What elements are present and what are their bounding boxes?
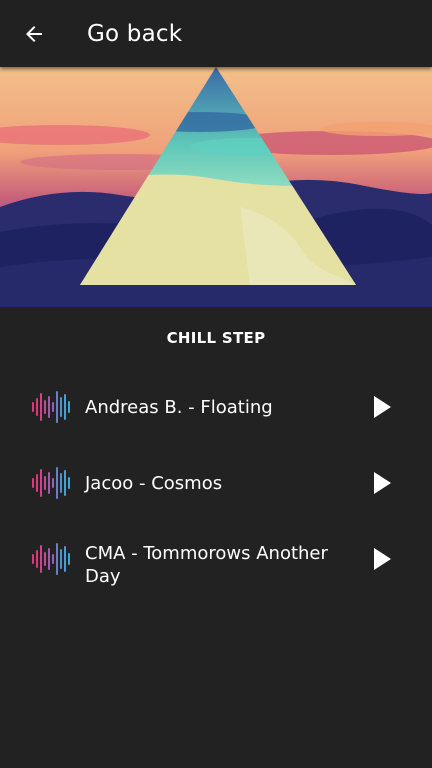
track-row[interactable]: CMA - Tommorows Another Day bbox=[0, 529, 432, 589]
sound-wave-icon bbox=[32, 391, 70, 423]
triangle-sunset-artwork bbox=[0, 67, 432, 307]
play-icon bbox=[374, 472, 391, 494]
track-row[interactable]: Andreas B. - Floating bbox=[0, 377, 432, 437]
track-title: Andreas B. - Floating bbox=[85, 397, 273, 418]
sound-wave-icon bbox=[32, 543, 70, 575]
back-button[interactable] bbox=[14, 14, 54, 54]
arrow-left-icon bbox=[26, 26, 42, 42]
playlist-title: CHILL STEP bbox=[166, 329, 266, 347]
track-title: Jacoo - Cosmos bbox=[85, 473, 223, 494]
top-app-bar: Go back bbox=[0, 0, 432, 67]
play-icon bbox=[374, 396, 391, 418]
track-title: CMA - Tommorows Another Day bbox=[85, 543, 328, 587]
play-button[interactable] bbox=[366, 391, 398, 423]
sound-wave-icon bbox=[32, 467, 70, 499]
page-title: Go back bbox=[87, 21, 183, 47]
play-button[interactable] bbox=[366, 467, 398, 499]
play-icon bbox=[374, 548, 391, 570]
app-screen: Go back CHILL STEP Andreas B. - Floating… bbox=[0, 0, 432, 768]
playlist-cover-image bbox=[0, 67, 432, 307]
track-row[interactable]: Jacoo - Cosmos bbox=[0, 453, 432, 513]
play-button[interactable] bbox=[366, 543, 398, 575]
